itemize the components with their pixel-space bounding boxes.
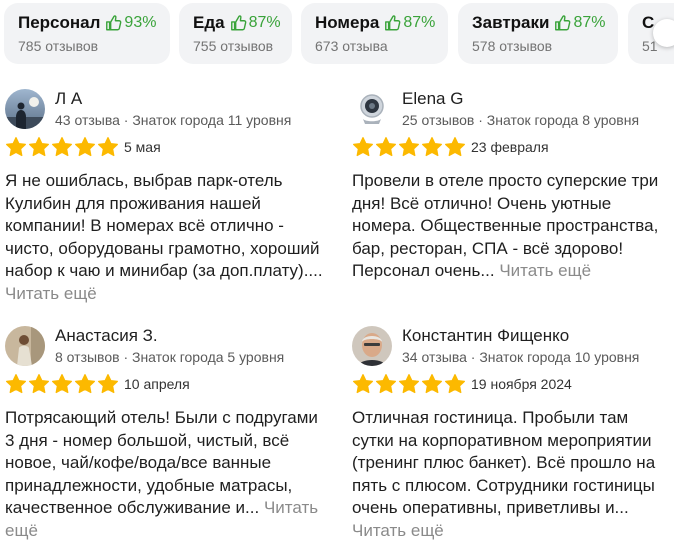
star-icon <box>97 136 119 158</box>
review-date: 23 февраля <box>471 139 549 155</box>
rating-stars <box>5 136 120 158</box>
review-card: Анастасия З. 8 отзывов · Знаток города 5… <box>5 326 325 556</box>
star-icon <box>444 373 466 395</box>
review-text: Я не ошиблась, выбрав парк-отель Кулибин… <box>5 171 323 281</box>
star-icon <box>398 136 420 158</box>
aspect-chip-rooms[interactable]: Номера 87% 673 отзыва <box>301 3 448 64</box>
avatar[interactable] <box>352 89 392 129</box>
star-icon <box>51 373 73 395</box>
author-name[interactable]: Константин Фищенко <box>402 325 569 347</box>
aspect-count: 673 отзыва <box>315 38 388 54</box>
read-more-link[interactable]: Читать ещё <box>352 521 444 540</box>
aspect-percent: 87% <box>403 14 436 31</box>
aspects-bar: Персонал 93% 785 отзывов Еда 87% 755 отз… <box>0 0 674 70</box>
thumbs-up-icon <box>230 14 247 32</box>
author-name[interactable]: Elena G <box>402 88 463 110</box>
aspect-chip-food[interactable]: Еда 87% 755 отзывов <box>179 3 292 64</box>
star-icon <box>51 136 73 158</box>
star-icon <box>97 373 119 395</box>
author-meta: 25 отзывов · Знаток города 8 уровня <box>402 112 640 128</box>
star-icon <box>74 373 96 395</box>
review-date: 19 ноября 2024 <box>471 376 572 392</box>
review-text-block: Я не ошиблась, выбрав парк-отель Кулибин… <box>5 170 325 306</box>
thumbs-up-icon <box>105 14 122 32</box>
thumbs-up-icon <box>384 14 401 32</box>
aspect-percent: 87% <box>573 14 606 31</box>
aspect-count: 785 отзывов <box>18 38 99 54</box>
star-icon <box>375 136 397 158</box>
rating-stars <box>352 373 467 395</box>
star-icon <box>398 373 420 395</box>
star-icon <box>444 136 466 158</box>
aspect-name: Еда <box>193 13 225 32</box>
aspect-count: 755 отзывов <box>193 38 274 54</box>
star-icon <box>421 136 443 158</box>
review-date: 10 апреля <box>124 376 190 392</box>
review-card: Elena G 25 отзывов · Знаток города 8 уро… <box>352 89 672 289</box>
read-more-link[interactable]: Читать ещё <box>499 261 591 280</box>
aspect-chip-breakfast[interactable]: Завтраки 87% 578 отзывов <box>458 3 618 64</box>
aspect-name: Завтраки <box>472 13 550 32</box>
rating-stars <box>352 136 467 158</box>
avatar[interactable] <box>352 326 392 366</box>
author-name[interactable]: Л А <box>55 88 82 110</box>
review-card: Константин Фищенко 34 отзыва · Знаток го… <box>352 326 672 556</box>
star-icon <box>352 136 374 158</box>
review-date: 5 мая <box>124 139 161 155</box>
star-icon <box>74 136 96 158</box>
review-text-block: Потрясающий отель! Были с подругами 3 дн… <box>5 407 325 543</box>
star-icon <box>5 373 27 395</box>
author-meta: 34 отзыва · Знаток города 10 уровня <box>402 349 640 365</box>
star-icon <box>5 136 27 158</box>
star-icon <box>352 373 374 395</box>
aspect-chip-staff[interactable]: Персонал 93% 785 отзывов <box>4 3 170 64</box>
review-text-block: Провели в отеле просто суперские три дня… <box>352 170 672 283</box>
read-more-link[interactable]: Читать ещё <box>5 284 97 303</box>
aspect-percent: 87% <box>248 14 281 31</box>
author-meta: 8 отзывов · Знаток города 5 уровня <box>55 349 285 365</box>
review-text: Отличная гостиница. Пробыли там сутки на… <box>352 408 656 518</box>
star-icon <box>28 136 50 158</box>
review-card: Л А 43 отзыва · Знаток города 11 уровня … <box>5 89 325 309</box>
avatar[interactable] <box>5 326 45 366</box>
star-icon <box>28 373 50 395</box>
thumbs-up-icon <box>554 14 571 32</box>
aspect-count: 578 отзывов <box>472 38 553 54</box>
author-meta: 43 отзыва · Знаток города 11 уровня <box>55 112 292 128</box>
author-name[interactable]: Анастасия З. <box>55 325 158 347</box>
scroll-right-arrow[interactable] <box>653 19 674 47</box>
aspect-percent: 93% <box>124 14 157 31</box>
rating-stars <box>5 373 120 395</box>
review-text-block: Отличная гостиница. Пробыли там сутки на… <box>352 407 672 543</box>
aspect-name: Номера <box>315 13 380 32</box>
star-icon <box>375 373 397 395</box>
aspect-name: Персонал <box>18 13 101 32</box>
star-icon <box>421 373 443 395</box>
avatar[interactable] <box>5 89 45 129</box>
